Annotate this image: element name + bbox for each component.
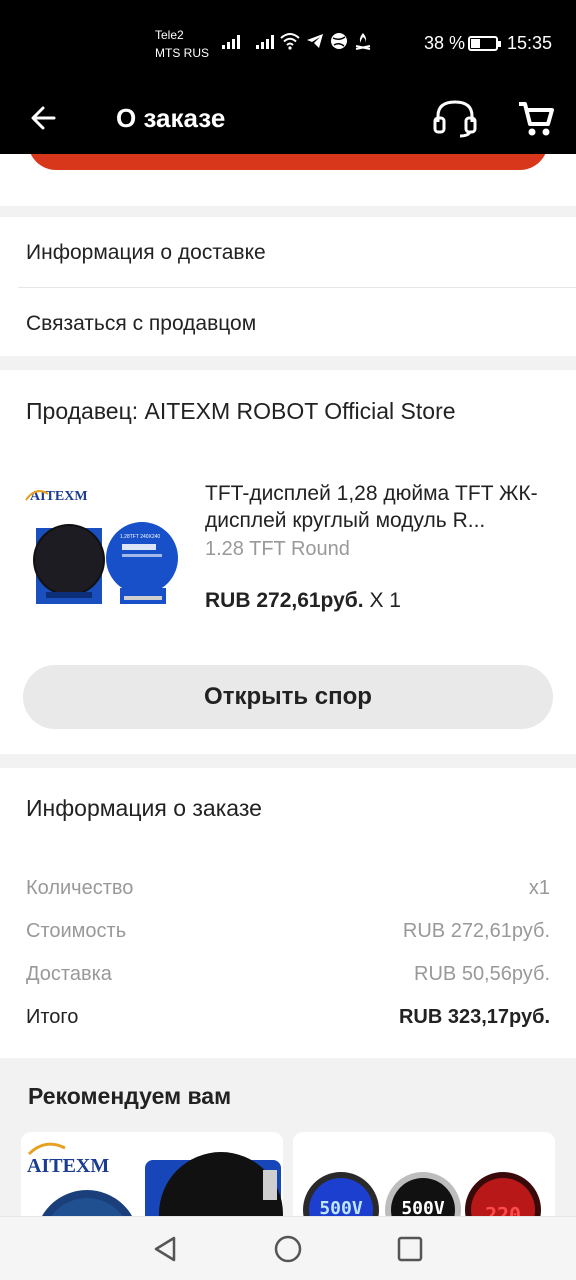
delivery-info-link[interactable]: Информация о доставке (26, 241, 266, 265)
product-price: RUB 272,61руб. (205, 589, 364, 612)
battery-icon (468, 36, 501, 51)
delivery-value: RUB 50,56руб. (414, 963, 550, 985)
delivery-label: Доставка (26, 963, 112, 985)
wifi-icon (280, 33, 300, 50)
product-title[interactable]: TFT-дисплей 1,28 дюйма TFT ЖК-дисплей кр… (205, 480, 555, 534)
signal-1-icon (222, 35, 240, 49)
signal-2-icon (256, 35, 274, 49)
carrier-2: MTS RUS (155, 46, 209, 60)
headset-icon[interactable] (432, 96, 478, 140)
cost-value: RUB 272,61руб. (402, 920, 550, 942)
links-card: Информация о доставке Связаться с продав… (0, 217, 576, 356)
rec1-logo-text: AITEXM (27, 1155, 109, 1177)
total-row: Итого RUB 323,17руб. (26, 1006, 550, 1029)
product-price-line: RUB 272,61руб. X 1 (205, 589, 401, 613)
contact-seller-link[interactable]: Связаться с продавцом (26, 312, 256, 336)
battery-percent: 38 % (424, 33, 466, 53)
cost-label: Стоимость (26, 920, 127, 942)
open-dispute-button[interactable]: Открыть спор (23, 665, 553, 729)
status-icons (280, 32, 372, 50)
cart-icon[interactable] (516, 96, 560, 140)
cost-row: Стоимость RUB 272,61руб. (26, 920, 550, 943)
app-bar: О заказе (0, 88, 576, 154)
back-arrow-icon[interactable] (28, 96, 64, 140)
campfire-icon (355, 33, 371, 50)
system-nav-bar (0, 1216, 576, 1280)
clock: 15:35 (507, 33, 553, 53)
qty-row: Количество x1 (26, 877, 550, 900)
product-variant: 1.28 TFT Round (205, 538, 350, 560)
carrier-1: Tele2 (155, 28, 184, 42)
nav-back-icon[interactable] (150, 1233, 182, 1265)
total-value: RUB 323,17руб. (398, 1006, 550, 1028)
svg-text:1.28TFT 240X240: 1.28TFT 240X240 (120, 534, 160, 540)
primary-action-button[interactable] (28, 154, 548, 170)
carrier-info: Tele2 MTS RUS (155, 26, 209, 62)
qty-label: Количество (26, 877, 134, 899)
telegram-icon (307, 34, 323, 48)
recommend-title: Рекомендуем вам (28, 1083, 232, 1109)
nav-recents-icon[interactable] (394, 1233, 426, 1265)
nav-home-icon[interactable] (272, 1233, 304, 1265)
delivery-row: Доставка RUB 50,56руб. (26, 963, 550, 986)
top-action-area (0, 154, 576, 206)
qty-value: x1 (528, 877, 550, 899)
seller-name[interactable]: Продавец: AITEXM ROBOT Official Store (26, 398, 456, 425)
divider (18, 287, 576, 288)
status-bar: Tele2 MTS RUS 38 % 15:35 (0, 0, 576, 88)
product-qty: X 1 (369, 589, 401, 612)
product-image[interactable]: AITEXM 1.28TFT 240X240 (24, 480, 186, 632)
total-label: Итого (26, 1006, 79, 1028)
order-info-title: Информация о заказе (26, 795, 262, 821)
globe-icon (331, 33, 347, 49)
page-title: О заказе (116, 103, 226, 133)
